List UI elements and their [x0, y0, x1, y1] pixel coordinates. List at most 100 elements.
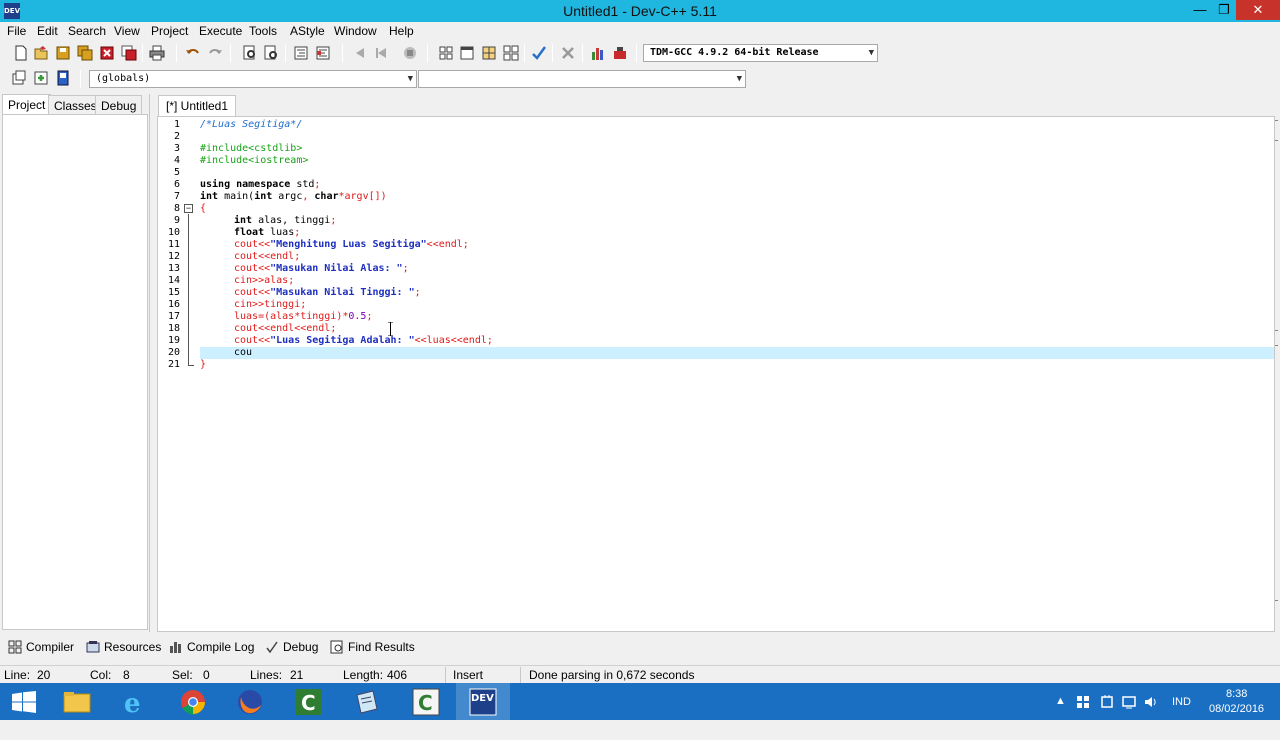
goto-first-icon[interactable]: [352, 45, 368, 61]
symbol-token: cout<<: [234, 335, 271, 346]
goto-prev-icon[interactable]: [374, 45, 390, 61]
code-line-7: int main(int argc, char*argv[]): [200, 191, 1274, 203]
open-file-icon[interactable]: [33, 45, 49, 61]
unindent-icon[interactable]: [315, 45, 331, 61]
remove-from-project-icon[interactable]: [55, 70, 71, 86]
code-line-10: float luas;: [200, 227, 1274, 239]
redo-icon[interactable]: [207, 45, 223, 61]
symbol-token: *argv[]): [338, 191, 387, 202]
windows-logo-icon: [12, 691, 36, 713]
menu-tools[interactable]: Tools: [249, 24, 277, 38]
menu-window[interactable]: Window: [334, 24, 377, 38]
taskbar-devcpp[interactable]: DEV: [456, 683, 510, 720]
taskbar-notepad[interactable]: [340, 683, 394, 720]
menu-help[interactable]: Help: [389, 24, 414, 38]
find-icon[interactable]: [242, 45, 258, 61]
symbol-token: ;: [402, 263, 409, 274]
code-line-11: cout<<"Menghitung Luas Segitiga"<<endl;: [200, 239, 1274, 251]
main-toolbar: TDM-GCC 4.9.2 64-bit Release ▼: [0, 40, 1280, 66]
menu-bar: File Edit Search View Project Execute To…: [0, 22, 1280, 40]
cascade-icon[interactable]: [503, 45, 519, 61]
tab-debug[interactable]: Debug: [95, 95, 143, 115]
tab-resources[interactable]: Resources: [84, 638, 161, 658]
function-select[interactable]: ▼: [418, 70, 746, 88]
code-editor[interactable]: 1 2 3 4 5 6 7 8 9 10 11 12 13 14 15 16 1…: [157, 116, 1275, 632]
tab-untitled1[interactable]: [*] Untitled1: [158, 95, 237, 116]
line-number: 7: [173, 191, 180, 202]
firefox-icon: [238, 690, 262, 714]
new-file-icon[interactable]: [13, 45, 29, 61]
language-indicator[interactable]: IND: [1172, 696, 1191, 733]
menu-search[interactable]: Search: [68, 24, 106, 38]
taskbar-chrome[interactable]: [166, 683, 220, 720]
chart-icon[interactable]: [590, 45, 606, 61]
text-cursor-icon: [388, 322, 393, 336]
menu-edit[interactable]: Edit: [37, 24, 58, 38]
taskbar-internet-explorer[interactable]: e: [108, 683, 162, 720]
line-number: 11: [167, 239, 180, 250]
code-line-3: #include<cstdlib>: [200, 143, 1274, 155]
profile-icon[interactable]: [612, 45, 628, 61]
menu-project[interactable]: Project: [151, 24, 188, 38]
tab-debug-bottom[interactable]: Debug: [263, 638, 318, 658]
scroll-marker: [1275, 140, 1278, 141]
indent-icon[interactable]: [293, 45, 309, 61]
taskbar-file-explorer[interactable]: [50, 683, 104, 720]
taskbar-camtasia-recorder[interactable]: C: [398, 683, 452, 720]
cancel-icon[interactable]: [560, 45, 576, 61]
network-icon[interactable]: [1121, 694, 1137, 710]
scope-select[interactable]: (globals) ▼: [89, 70, 417, 88]
code-area[interactable]: /*Luas Segitiga*/ #include<cstdlib> #inc…: [200, 117, 1274, 631]
start-button[interactable]: [0, 683, 54, 720]
add-to-project-icon[interactable]: [33, 70, 49, 86]
toggle-grid-icon[interactable]: [438, 45, 454, 61]
chevron-down-icon: ▼: [868, 48, 874, 58]
scroll-marker: [1275, 345, 1278, 346]
menu-execute[interactable]: Execute: [199, 24, 242, 38]
fold-toggle-icon[interactable]: −: [184, 204, 193, 213]
power-icon[interactable]: [1099, 694, 1115, 710]
keyword-token: int: [234, 215, 253, 226]
compiler-select-value: TDM-GCC 4.9.2 64-bit Release: [650, 47, 819, 58]
action-center-icon[interactable]: [1076, 695, 1090, 709]
compiler-select[interactable]: TDM-GCC 4.9.2 64-bit Release ▼: [643, 44, 878, 62]
clock-date[interactable]: 08/02/2016: [1209, 703, 1264, 740]
project-options-icon[interactable]: [11, 70, 27, 86]
tile-icon[interactable]: [481, 45, 497, 61]
toolbar-separator: [230, 44, 231, 62]
svg-text:C: C: [301, 691, 316, 715]
status-col-value: 8: [123, 668, 130, 682]
string-token: "Menghitung Luas Segitiga": [270, 239, 427, 250]
preprocessor-token: #include<cstdlib>: [200, 143, 303, 154]
menu-astyle[interactable]: AStyle: [290, 24, 325, 38]
line-number: 2: [173, 131, 180, 142]
show-hidden-icons[interactable]: ▲: [1055, 695, 1066, 732]
tab-project[interactable]: Project: [2, 94, 52, 115]
save-all-icon[interactable]: [77, 45, 93, 61]
volume-icon[interactable]: [1143, 694, 1159, 710]
menu-view[interactable]: View: [114, 24, 140, 38]
stop-icon[interactable]: [402, 45, 418, 61]
close-file-icon[interactable]: [99, 45, 115, 61]
taskbar-camtasia[interactable]: C: [281, 683, 335, 720]
line-number: 5: [173, 167, 180, 178]
tab-compiler[interactable]: Compiler: [6, 638, 74, 658]
tab-compile-log[interactable]: Compile Log: [167, 638, 254, 658]
window-icon[interactable]: [459, 45, 475, 61]
close-all-icon[interactable]: [121, 45, 137, 61]
tab-find-results[interactable]: Find Results: [328, 638, 415, 658]
save-icon[interactable]: [55, 45, 71, 61]
taskbar-firefox[interactable]: [223, 683, 277, 720]
bar-chart-icon: [170, 642, 181, 653]
check-syntax-icon[interactable]: [531, 45, 547, 61]
replace-icon[interactable]: [263, 45, 279, 61]
print-icon[interactable]: [149, 45, 165, 61]
close-button[interactable]: ✕: [1236, 0, 1280, 20]
undo-icon[interactable]: [185, 45, 201, 61]
line-number: 15: [167, 287, 180, 298]
project-tree[interactable]: [2, 114, 148, 630]
devcpp-icon-label: DEV: [471, 693, 494, 704]
toolbar-separator: [142, 44, 143, 62]
menu-file[interactable]: File: [7, 24, 26, 38]
restore-button[interactable]: ❐: [1210, 0, 1238, 20]
